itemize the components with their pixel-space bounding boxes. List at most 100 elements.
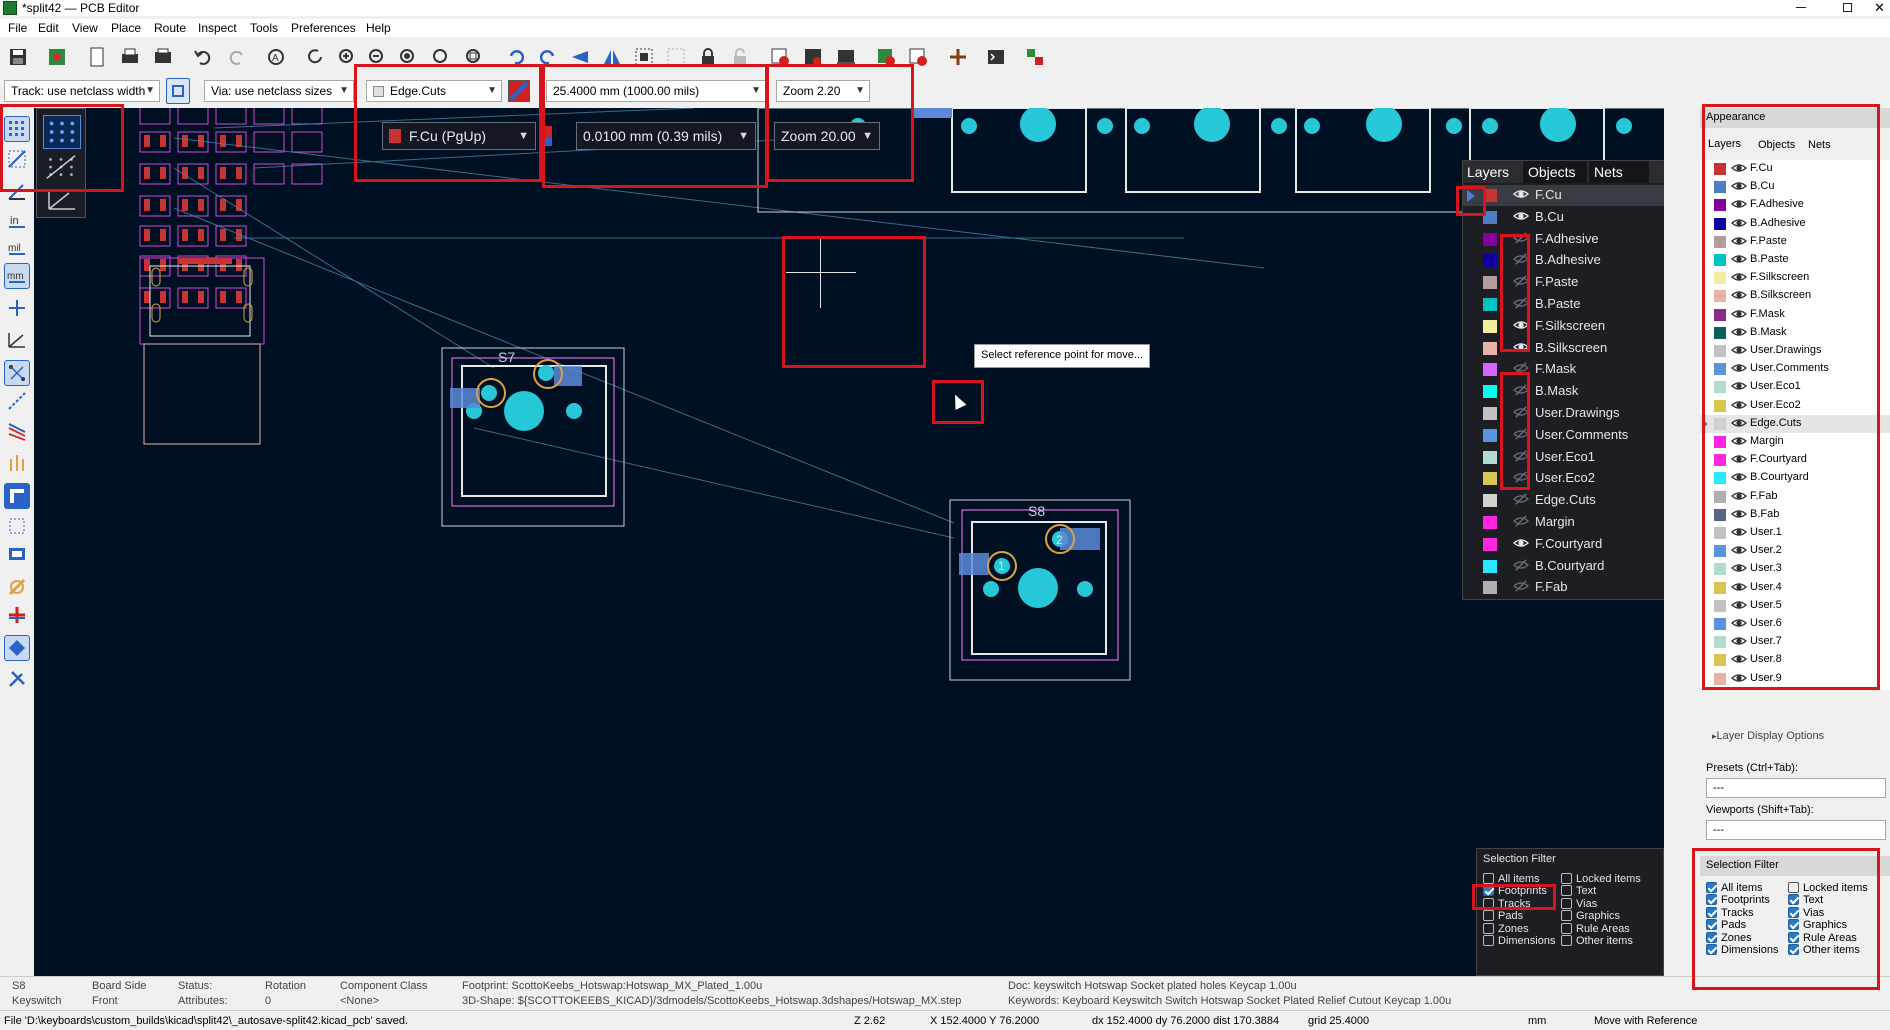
appearance-layer-row-edge-cuts[interactable]: Edge.Cuts xyxy=(1700,414,1890,433)
layer-color-swatch[interactable] xyxy=(1714,454,1726,467)
group-icon[interactable] xyxy=(631,44,657,70)
appearance-tab-objects[interactable]: Objects xyxy=(1758,139,1795,151)
eye-icon[interactable] xyxy=(1730,234,1748,250)
eye-off-icon[interactable] xyxy=(1513,361,1531,377)
polar-icon[interactable] xyxy=(45,185,79,213)
appearance-layer-row-f-adhesive[interactable]: F.Adhesive xyxy=(1700,196,1850,214)
filter-tracks-checkbox[interactable]: Tracks xyxy=(1483,897,1531,910)
eye-icon[interactable] xyxy=(1730,307,1748,323)
zoom-fit-icon[interactable] xyxy=(395,44,421,70)
layer-color-swatch[interactable] xyxy=(1483,428,1497,442)
grid-select[interactable]: 25.4000 mm (1000.00 mils) ▼ xyxy=(546,80,766,102)
via-size-select[interactable]: Via: use netclass sizes ▼ xyxy=(204,80,354,102)
minimize-icon[interactable] xyxy=(1796,7,1806,8)
eye-icon[interactable] xyxy=(1730,561,1748,577)
eye-icon[interactable] xyxy=(1730,416,1748,432)
appearance-layer-row-user-comments[interactable]: User.Comments xyxy=(1700,360,1850,378)
appearance-layer-row-user-5[interactable]: User.5 xyxy=(1700,597,1850,615)
board-setup-icon[interactable] xyxy=(44,44,70,70)
overlay-zoom-select[interactable]: Zoom 20.00 ▼ xyxy=(774,122,880,150)
zoom-objects-icon[interactable] xyxy=(428,44,454,70)
layer-color-swatch[interactable] xyxy=(1714,308,1726,321)
track-width-select[interactable]: Track: use netclass width ▼ xyxy=(4,80,160,102)
layer-color-swatch[interactable] xyxy=(1714,618,1726,630)
grid-icon[interactable] xyxy=(4,116,30,142)
layer-color-swatch[interactable] xyxy=(1483,210,1497,224)
layer-color-swatch[interactable] xyxy=(1483,276,1497,290)
menu-edit[interactable]: Edit xyxy=(38,21,59,35)
menu-tools[interactable]: Tools xyxy=(250,21,278,35)
select-icon[interactable] xyxy=(1672,114,1674,140)
eye-icon[interactable] xyxy=(1730,161,1748,177)
layer-color-swatch[interactable] xyxy=(1483,232,1497,246)
appearance-layer-row-margin[interactable]: Margin xyxy=(1700,433,1850,451)
tab-objects[interactable]: Objects xyxy=(1523,161,1587,183)
footprint-library-icon[interactable] xyxy=(800,44,826,70)
layer-color-swatch[interactable] xyxy=(1714,381,1726,394)
find-icon[interactable]: A xyxy=(263,44,289,70)
menu-preferences[interactable]: Preferences xyxy=(291,21,356,35)
eye-off-icon[interactable] xyxy=(1513,427,1531,443)
floating-layer-row-f-adhesive[interactable]: F.Adhesive xyxy=(1463,229,1674,250)
update-pcb-icon[interactable] xyxy=(905,44,931,70)
layer-color-swatch[interactable] xyxy=(1483,537,1497,551)
eye-icon[interactable] xyxy=(1730,379,1748,395)
eye-icon[interactable] xyxy=(1730,398,1748,414)
eye-icon[interactable] xyxy=(1730,434,1748,450)
floating-layer-row-b-adhesive[interactable]: B.Adhesive xyxy=(1463,250,1674,271)
millimeters-icon[interactable]: mm xyxy=(4,263,30,289)
layer-color-swatch[interactable] xyxy=(1714,345,1726,357)
layer-color-swatch[interactable] xyxy=(1483,341,1497,355)
menu-view[interactable]: View xyxy=(72,21,98,35)
eye-icon[interactable] xyxy=(1512,209,1531,225)
ungroup-icon[interactable] xyxy=(663,44,689,70)
menu-place[interactable]: Place xyxy=(111,21,141,35)
via-outline-icon[interactable] xyxy=(4,418,30,444)
eye-icon[interactable] xyxy=(1730,652,1748,668)
save-icon[interactable] xyxy=(5,44,31,70)
floating-layer-row-f-cu[interactable]: F.Cu xyxy=(1463,185,1674,206)
floating-layer-row-b-cu[interactable]: B.Cu xyxy=(1463,207,1674,228)
eye-off-icon[interactable] xyxy=(1513,252,1531,268)
tab-nets[interactable]: Nets xyxy=(1589,161,1649,183)
appearance-layer-row-b-fab[interactable]: B.Fab xyxy=(1700,506,1850,524)
zoom-area-icon[interactable] xyxy=(461,44,487,70)
eye-off-icon[interactable] xyxy=(1513,274,1531,290)
layer-color-swatch[interactable] xyxy=(1714,254,1726,266)
overlay-layer-pair-icon[interactable] xyxy=(540,124,556,148)
pad-outline-icon[interactable] xyxy=(4,450,30,476)
layer-color-swatch[interactable] xyxy=(1714,417,1726,430)
redo-icon[interactable] xyxy=(224,44,250,70)
layer-color-swatch[interactable] xyxy=(1483,363,1497,377)
layer-color-swatch[interactable] xyxy=(1714,163,1726,175)
appearance-layer-row-f-silkscreen[interactable]: F.Silkscreen xyxy=(1700,269,1850,287)
eye-off-icon[interactable] xyxy=(1513,492,1531,508)
layer-color-swatch[interactable] xyxy=(1714,599,1726,612)
filter-rule-areas-checkbox[interactable]: Rule Areas xyxy=(1561,922,1630,935)
rotate-ccw-icon[interactable] xyxy=(503,44,529,70)
layer-color-swatch[interactable] xyxy=(1714,508,1726,521)
filter-dimensions-checkbox[interactable]: Dimensions xyxy=(1706,944,1778,956)
ratsnest-icon[interactable] xyxy=(4,326,30,352)
layer-color-swatch[interactable] xyxy=(1483,581,1497,595)
filter-text-checkbox[interactable]: Text xyxy=(1561,885,1596,897)
layer-color-swatch[interactable] xyxy=(1483,385,1497,399)
mirror-icon[interactable] xyxy=(599,44,625,70)
layer-color-swatch[interactable] xyxy=(1714,363,1726,376)
appearance-layer-row-user-8[interactable]: User.8 xyxy=(1700,651,1850,669)
interactive-delete-icon[interactable] xyxy=(1672,140,1674,166)
polar-coords-icon[interactable] xyxy=(4,178,30,204)
layer-color-swatch[interactable] xyxy=(1714,581,1726,594)
filter-locked-items-checkbox[interactable]: Locked items xyxy=(1788,882,1868,894)
eye-icon[interactable] xyxy=(1730,252,1748,268)
layer-color-swatch[interactable] xyxy=(1483,319,1497,333)
eye-off-icon[interactable] xyxy=(1513,405,1531,421)
floating-layer-row-user-eco2[interactable]: User.Eco2 xyxy=(1463,468,1674,489)
layer-color-swatch[interactable] xyxy=(1714,490,1726,503)
filter-vias-checkbox[interactable]: Vias xyxy=(1561,897,1597,910)
eye-off-icon[interactable] xyxy=(1513,383,1531,399)
layer-pair-icon[interactable] xyxy=(508,80,530,102)
floating-layer-row-b-courtyard[interactable]: B.Courtyard xyxy=(1463,556,1674,577)
appearance-layer-row-user-2[interactable]: User.2 xyxy=(1700,542,1850,560)
measure-icon[interactable] xyxy=(1672,810,1674,836)
